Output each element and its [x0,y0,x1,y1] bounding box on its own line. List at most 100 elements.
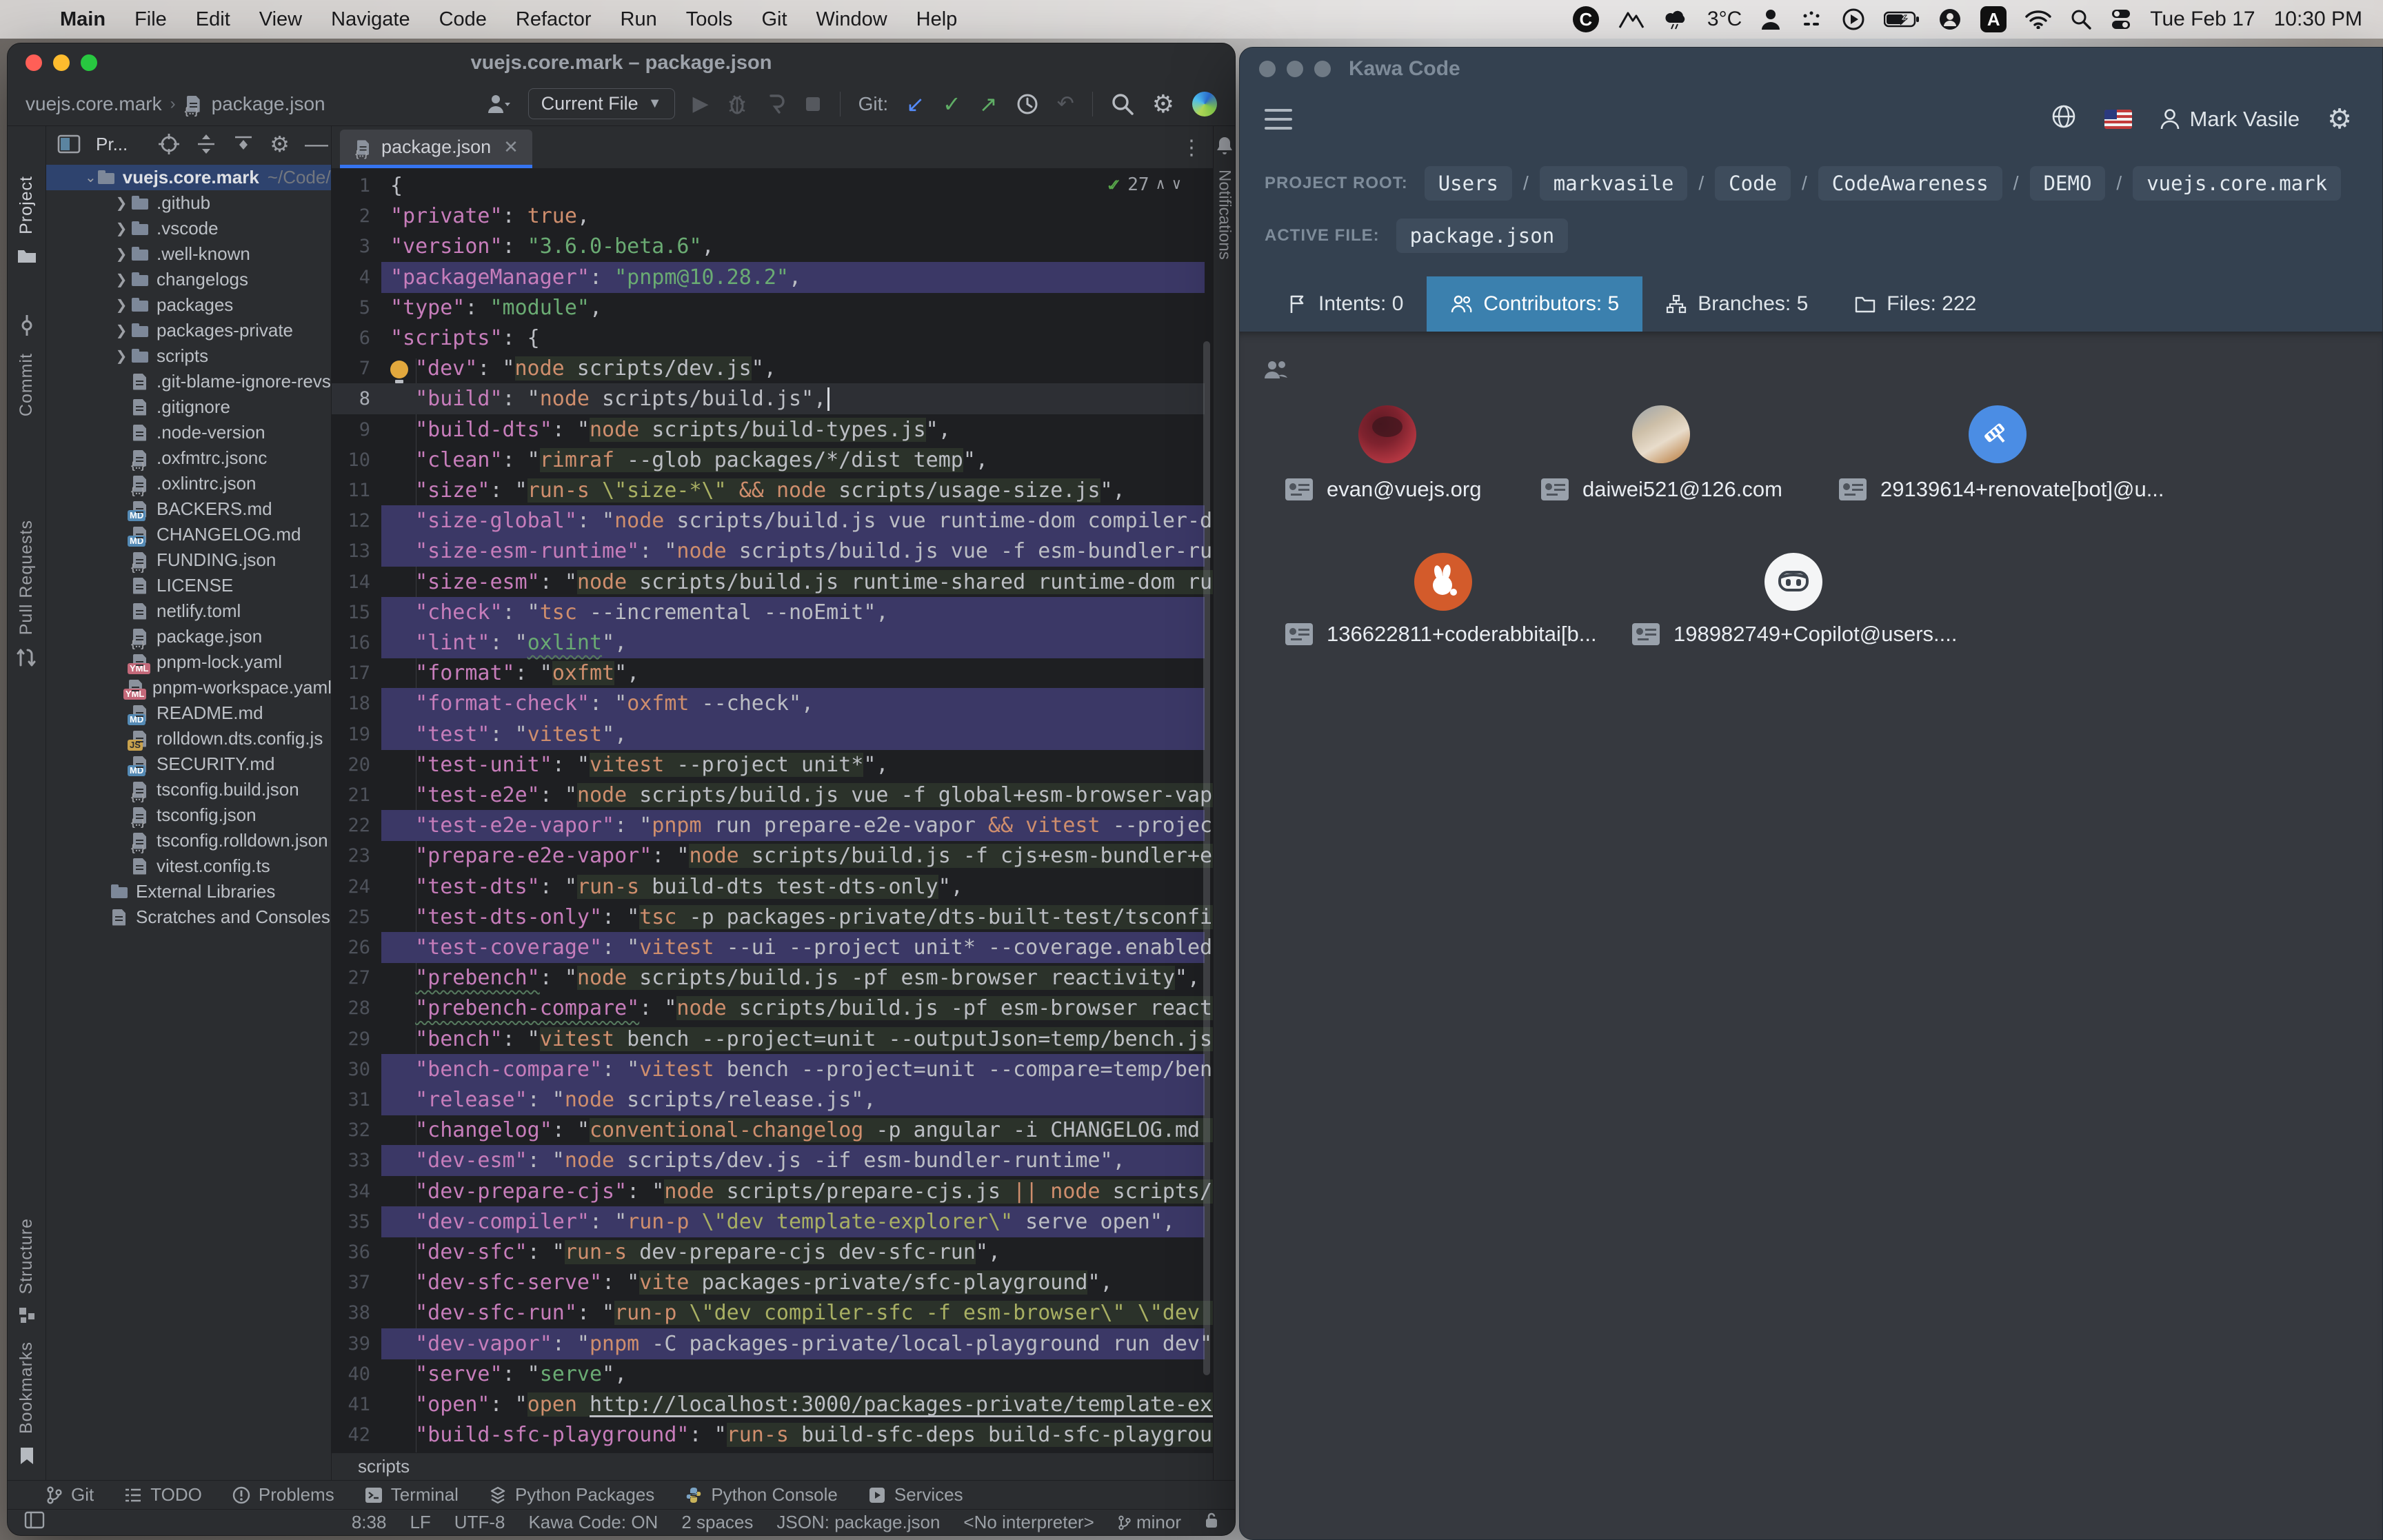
menu-item-code[interactable]: Code [425,8,501,31]
user-circle-icon[interactable] [1938,8,1962,31]
code-line-4[interactable]: 4"packageManager": "pnpm@10.28.2", [332,262,1213,293]
tree-item-packages-private[interactable]: ❯packages-private [46,318,331,343]
expand-all-icon[interactable] [195,133,217,155]
code-line-3[interactable]: 3"version": "3.6.0-beta.6", [332,231,1213,262]
tree-item-package.json[interactable]: {..}package.json [46,624,331,649]
tree-item-tsconfig.build.json[interactable]: {..}tsconfig.build.json [46,777,331,802]
code-line-21[interactable]: 21 "test-e2e": "node scripts/build.js vu… [332,780,1213,811]
code-line-40[interactable]: 40 "serve": "serve", [332,1359,1213,1390]
tree-item-Scratches and Consoles[interactable]: Scratches and Consoles [46,904,331,930]
kawa-tab-files[interactable]: Files: 222 [1831,276,2000,332]
root-segment-DEMO[interactable]: DEMO [2030,166,2106,201]
root-segment-Code[interactable]: Code [1715,166,1791,201]
code-line-10[interactable]: 10 "clean": "rimraf --glob packages/*/di… [332,445,1213,476]
tab-options-icon[interactable]: ⋮ [1181,136,1202,160]
tool-window-python-console[interactable]: Python Console [685,1484,838,1506]
notifications-bell-icon[interactable] [1216,136,1234,159]
bookmarks-icon[interactable] [19,1446,35,1470]
tree-item-tsconfig.json[interactable]: {..}tsconfig.json [46,802,331,828]
plugin-sphere-icon[interactable] [1192,92,1217,116]
pull-requests-icon[interactable] [17,647,37,673]
zoom-button[interactable] [1314,61,1331,77]
control-center-icon[interactable] [2111,8,2131,30]
status-lock-icon[interactable] [1205,1511,1218,1534]
root-segment-vuejs.core.mark[interactable]: vuejs.core.mark [2133,166,2341,201]
tool-tab-commit[interactable]: Commit [17,353,37,416]
contributor-4[interactable]: 136622811+coderabbitai[b... [1285,622,1597,647]
tree-item-.gitignore[interactable]: .gitignore [46,394,331,420]
git-commit-check-icon[interactable]: ✓ [943,91,961,117]
inspections-widget[interactable]: ✓✓ 27 ∧ ∨ [1107,173,1181,196]
tree-item-netlify.toml[interactable]: netlify.toml [46,598,331,624]
tree-item-SECURITY.md[interactable]: MDSECURITY.md [46,751,331,777]
minimize-button[interactable] [1287,61,1303,77]
tree-item-rolldown.dts.config.js[interactable]: JSrolldown.dts.config.js [46,726,331,751]
menu-item-main[interactable]: Main [46,8,120,31]
tree-item-packages[interactable]: ❯packages [46,292,331,318]
kawa-tab-branches[interactable]: Branches: 5 [1642,276,1831,332]
status-8-38[interactable]: 8:38 [352,1512,387,1533]
globe-icon[interactable] [2051,103,2077,135]
code-line-26[interactable]: 26 "test-coverage": "vitest --ui --proje… [332,932,1213,963]
tree-item-.oxlintrc.json[interactable]: {..}.oxlintrc.json [46,471,331,496]
tree-item-.well-known[interactable]: ❯.well-known [46,241,331,267]
menu-item-edit[interactable]: Edit [181,8,245,31]
avatar-copilot[interactable] [1764,553,1822,611]
search-everywhere-icon[interactable] [1111,92,1134,116]
close-button[interactable] [26,54,42,71]
code-line-9[interactable]: 9 "build-dts": "node scripts/build-types… [332,414,1213,445]
tool-tab-bookmarks[interactable]: Bookmarks [17,1341,37,1434]
code-line-33[interactable]: 33 "dev-esm": "node scripts/dev.js -if e… [332,1145,1213,1176]
project-panel-title[interactable]: Pr... [96,134,128,155]
notifications-label[interactable]: Notifications [1215,170,1234,260]
code-line-22[interactable]: 22 "test-e2e-vapor": "pnpm run prepare-e… [332,810,1213,841]
menu-item-window[interactable]: Window [802,8,902,31]
code-line-25[interactable]: 25 "test-dts-only": "tsc -p packages-pri… [332,902,1213,933]
tree-item-README.md[interactable]: MDREADME.md [46,700,331,726]
app-a-icon[interactable]: A [1980,6,2007,32]
dots-menu-icon[interactable] [1800,9,1823,30]
tree-item-vitest.config.ts[interactable]: vitest.config.ts [46,853,331,879]
editor-breadcrumb[interactable]: scripts [332,1452,1213,1480]
tree-item-.git-blame-ignore-revs[interactable]: .git-blame-ignore-revs [46,369,331,394]
tool-window-problems[interactable]: Problems [232,1484,334,1506]
tool-window-git[interactable]: Git [46,1484,94,1506]
tool-window-terminal[interactable]: Terminal [365,1484,459,1506]
profile-icon[interactable] [765,93,786,115]
code-line-27[interactable]: 27 "prebench": "node scripts/build.js -p… [332,962,1213,993]
code-line-42[interactable]: 42 "build-sfc-playground": "run-s build-… [332,1419,1213,1450]
avatar-dog[interactable] [1632,405,1690,463]
code-line-6[interactable]: 6"scripts": { [332,323,1213,354]
collapse-all-icon[interactable] [232,133,254,155]
menu-hamburger-icon[interactable] [1265,109,1292,130]
code-line-29[interactable]: 29 "bench": "vitest bench --project=unit… [332,1024,1213,1055]
close-button[interactable] [1259,61,1276,77]
menu-date[interactable]: Tue Feb 17 [2150,8,2255,31]
code-line-14[interactable]: 14 "size-esm": "node scripts/build.js ru… [332,567,1213,598]
code-line-36[interactable]: 36 "dev-sfc": "run-s dev-prepare-cjs dev… [332,1237,1213,1268]
status-lf[interactable]: LF [410,1512,430,1533]
menu-item-refactor[interactable]: Refactor [501,8,606,31]
root-segment-CodeAwareness[interactable]: CodeAwareness [1818,166,2002,201]
menu-time[interactable]: 10:30 PM [2274,8,2362,31]
code-line-12[interactable]: 12 "size-global": "node scripts/build.js… [332,505,1213,536]
play-menu-icon[interactable] [1842,8,1865,31]
prev-problem-icon[interactable]: ∧ [1156,176,1165,193]
tree-item-.github[interactable]: ❯.github [46,190,331,216]
tool-window-todo[interactable]: TODO [124,1484,202,1506]
claude-icon[interactable]: C [1573,6,1599,32]
battery-icon[interactable] [1884,10,1920,29]
contributor-2[interactable]: daiwei521@126.com [1541,477,1782,502]
menu-item-navigate[interactable]: Navigate [316,8,424,31]
avatar-renovate[interactable] [1969,405,2027,463]
tool-tab-pull-requests[interactable]: Pull Requests [17,520,37,635]
avatar-evan[interactable] [1358,405,1416,463]
code-line-41[interactable]: 41 "open": "open http://localhost:3000/p… [332,1389,1213,1420]
language-flag-icon[interactable] [2104,110,2132,129]
code-line-16[interactable]: 16 "lint": "oxlint", [332,627,1213,658]
menu-item-help[interactable]: Help [902,8,972,31]
tree-root-row[interactable]: ⌄vuejs.core.mark~/Code/C [46,165,331,190]
tree-item-changelogs[interactable]: ❯changelogs [46,267,331,292]
menu-item-file[interactable]: File [120,8,181,31]
vpn-mountain-icon[interactable] [1618,9,1645,30]
